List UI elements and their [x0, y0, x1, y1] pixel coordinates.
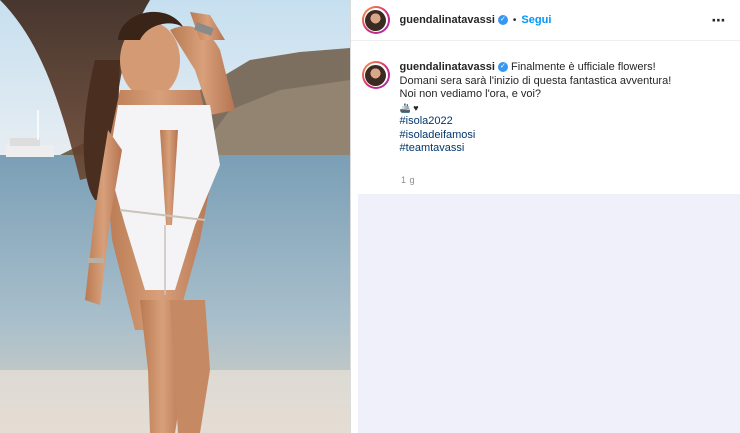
avatar-ring [363, 63, 388, 87]
caption-username[interactable]: guendalinatavassi [400, 61, 495, 73]
comments-panel [358, 194, 740, 433]
post-time[interactable]: 1 g [401, 175, 415, 185]
avatar-photo [365, 64, 387, 86]
more-options-icon[interactable]: ⋯ [712, 12, 727, 29]
hashtag-link[interactable]: #isola2022 [400, 115, 720, 129]
avatar-ring [363, 8, 388, 32]
beach-photo-illustration [0, 0, 350, 433]
post-header: guendalinatavassi ✓ • Segui ⋯ [350, 0, 740, 41]
verified-badge-icon: ✓ [497, 15, 508, 25]
hashtag-link[interactable]: #isoladeifamosi [400, 129, 720, 143]
caption-row: guendalinatavassi ✓ Finalmente è ufficial… [361, 61, 732, 156]
avatar-photo [365, 9, 387, 31]
follow-button[interactable]: Segui [521, 14, 551, 26]
caption-line-2: Domani sera sarà l'inizio di questa fant… [399, 74, 672, 87]
caption-line-3: Noi non vediamo l'ora, e voi? [399, 88, 542, 100]
post-photo[interactable] [0, 0, 351, 433]
hashtag-link[interactable]: #teamtavassi [400, 142, 720, 156]
header-username[interactable]: guendalinatavassi [400, 14, 495, 26]
avatar[interactable] [361, 6, 390, 34]
verified-badge-icon: ✓ [497, 62, 508, 73]
caption-line-1: Finalmente è ufficiale flowers! [510, 61, 656, 73]
caption-text: guendalinatavassi ✓ Finalmente è ufficial… [400, 61, 720, 156]
caption-avatar[interactable] [361, 61, 390, 89]
caption-emoji-line: 🚢 ♥ [399, 102, 419, 113]
separator-dot: • [512, 14, 517, 26]
